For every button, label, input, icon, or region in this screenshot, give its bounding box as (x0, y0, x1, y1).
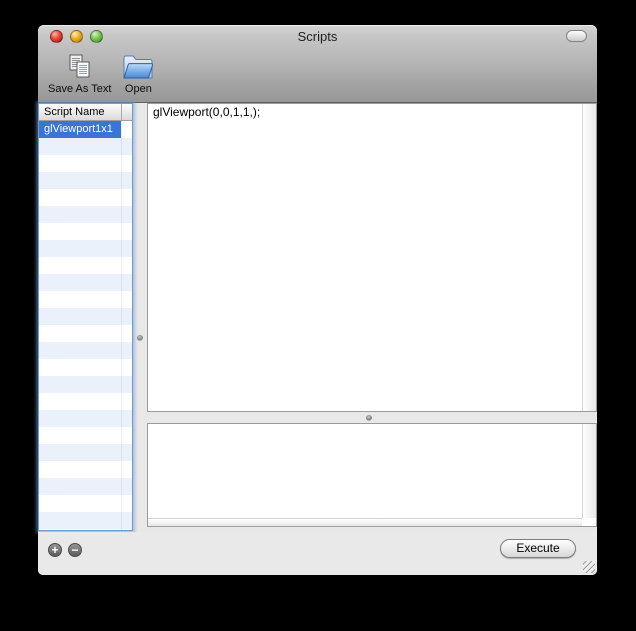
script-list: Script Name glViewport1x1 (39, 104, 132, 530)
open-button[interactable]: Open (121, 47, 155, 97)
window-header: Scripts Save As Text Open (38, 25, 597, 103)
window-title: Scripts (297, 29, 338, 44)
title-bar[interactable]: Scripts (38, 25, 597, 47)
output-panel-vertical-scrollbar[interactable] (582, 424, 596, 518)
script-editor[interactable]: glViewport(0,0,1,1,); (147, 103, 597, 412)
save-as-text-icon (65, 50, 95, 82)
script-editor-text: glViewport(0,0,1,1,); (153, 105, 261, 119)
output-panel-horizontal-scrollbar[interactable] (148, 518, 582, 526)
toolbar: Save As Text Open (48, 47, 155, 101)
vertical-splitter-handle[interactable] (137, 335, 143, 341)
toolbar-toggle-button[interactable] (566, 30, 587, 42)
script-name-column-header[interactable]: Script Name (39, 104, 132, 121)
plus-icon: + (51, 543, 59, 557)
open-folder-icon (121, 50, 155, 82)
output-panel[interactable] (147, 423, 597, 527)
output-panel-text (148, 424, 596, 425)
desktop-background: Scripts Save As Text Open Script Name gl… (0, 0, 636, 631)
list-item-selected[interactable]: glViewport1x1 (39, 121, 121, 138)
save-as-text-label: Save As Text (48, 83, 112, 95)
scripts-window: Scripts Save As Text Open Script Name gl… (38, 25, 597, 575)
minus-icon: − (71, 543, 79, 557)
bottom-bar: + − Execute (38, 532, 597, 575)
horizontal-splitter-handle[interactable] (366, 415, 372, 421)
script-name-header-label: Script Name (44, 106, 105, 118)
execute-button[interactable]: Execute (500, 539, 576, 558)
add-script-button[interactable]: + (48, 543, 62, 557)
resize-grip[interactable] (583, 561, 595, 573)
content-area: Script Name glViewport1x1 glViewport(0,0… (38, 103, 597, 532)
script-list-body[interactable]: glViewport1x1 (39, 121, 132, 530)
open-label: Open (124, 83, 152, 95)
remove-script-button[interactable]: − (68, 543, 82, 557)
script-editor-scrollbar[interactable] (582, 104, 596, 411)
save-as-text-button[interactable]: Save As Text (48, 47, 111, 97)
list-item-label: glViewport1x1 (44, 123, 113, 135)
